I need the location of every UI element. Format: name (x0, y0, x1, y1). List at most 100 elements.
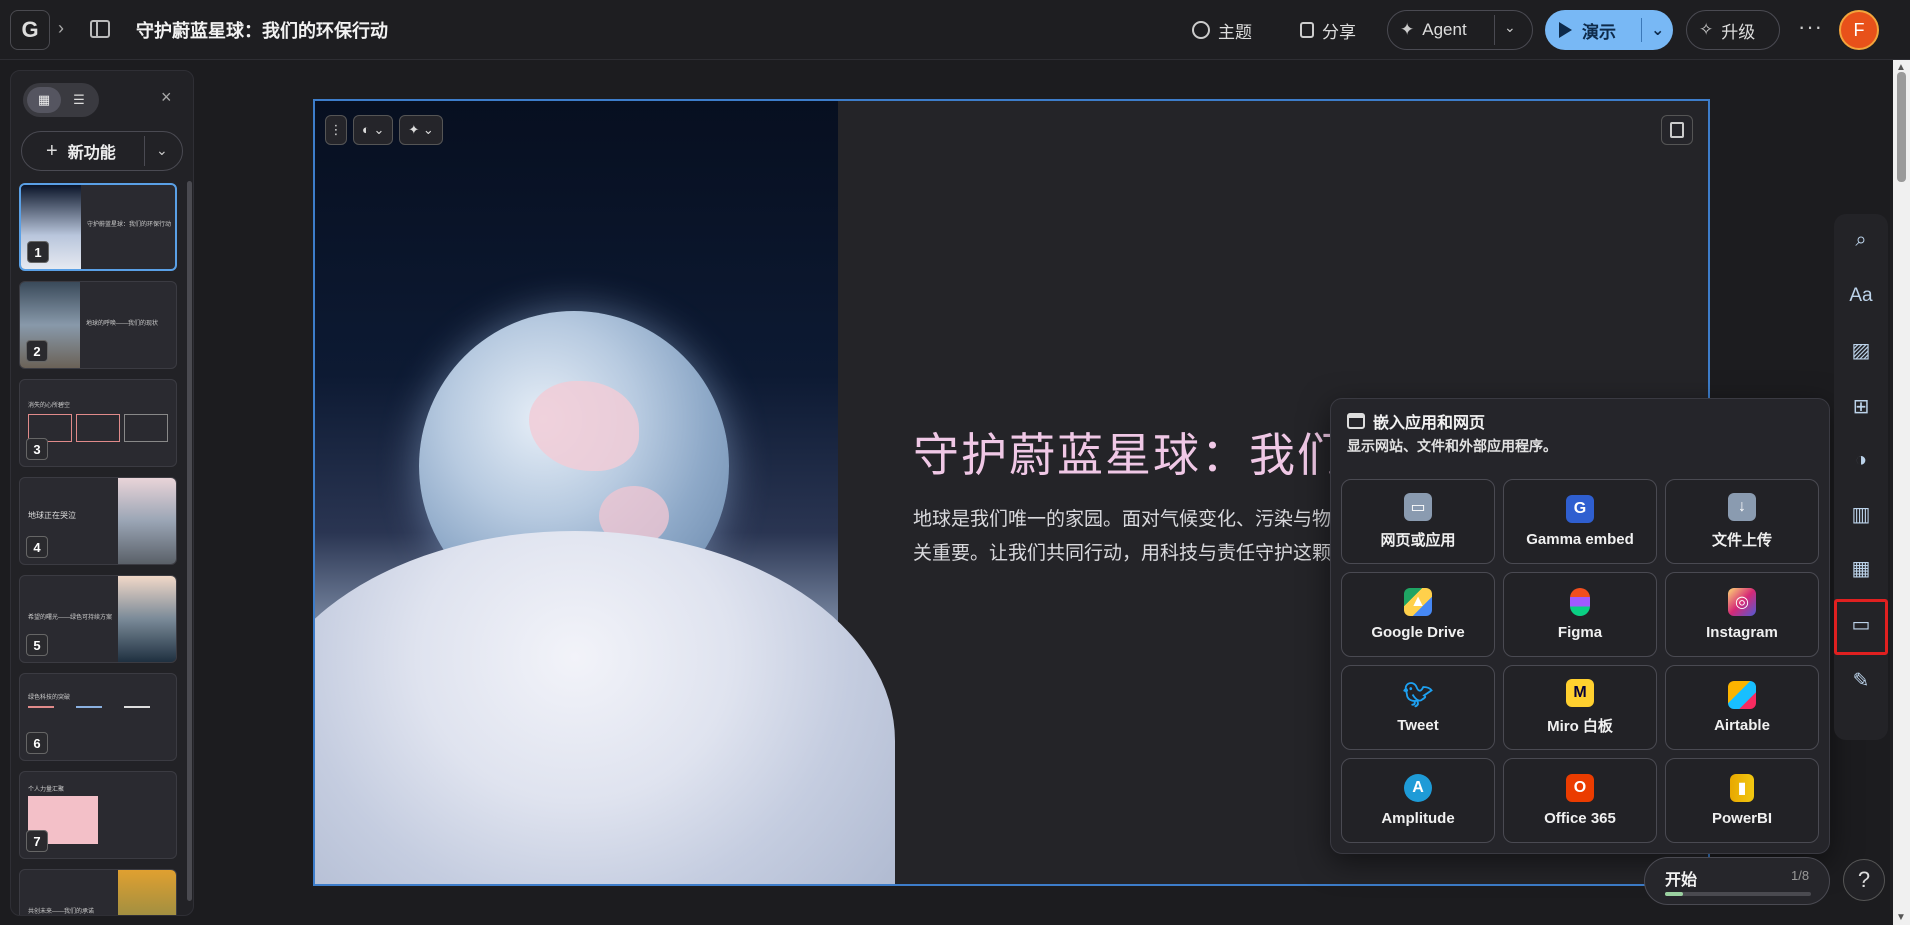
thumbnail-title: 地球正在哭泣 (28, 511, 76, 520)
slide-thumbnail[interactable]: 共创未来——我们的承诺 (19, 869, 177, 915)
embed-apps-popover: 嵌入应用和网页 显示网站、文件和外部应用程序。 ▭ 网页或应用 G Gamma … (1330, 398, 1830, 854)
chevron-down-icon[interactable]: ⌄ (1651, 20, 1664, 40)
airtable-icon (1728, 681, 1756, 709)
embed-option-miro[interactable]: M Miro 白板 (1503, 665, 1657, 750)
toggle-icon[interactable]: ◑ (1847, 446, 1875, 474)
slide-number: 7 (26, 830, 48, 852)
thumbnail-title: 共创未来——我们的承诺 (28, 909, 95, 915)
share-label: 分享 (1322, 22, 1356, 42)
getting-started-widget[interactable]: 开始 1/8 (1644, 857, 1830, 905)
progress-fill (1665, 892, 1684, 896)
slide-title[interactable]: 守护蔚蓝星球：我们 (913, 419, 1345, 485)
embed-option-label: Amplitude (1381, 810, 1455, 827)
card-style-button[interactable]: ◐ ⌄ (353, 115, 394, 145)
ai-edit-button[interactable]: ✦ ⌄ (399, 115, 443, 145)
google-drive-icon: ▲ (1404, 588, 1432, 616)
theme-button[interactable]: 主题 (1180, 10, 1264, 50)
chart-icon[interactable]: ▥ (1847, 500, 1875, 528)
plus-icon: + (46, 139, 58, 162)
close-icon[interactable]: × (161, 87, 172, 108)
edit-icon[interactable]: ✎ (1847, 666, 1875, 694)
scroll-down-icon[interactable]: ▼ (1896, 912, 1906, 923)
embed-option-powerbi[interactable]: ▮ PowerBI (1665, 758, 1819, 843)
notes-icon (1670, 122, 1684, 138)
gamma-logo[interactable]: G (10, 10, 50, 50)
slide-thumbnail[interactable]: 绿色科技的突破 6 (19, 673, 177, 761)
slide-thumbnail[interactable]: 守护蔚蓝星球：我们的环保行动 1 (19, 183, 177, 271)
lock-icon (1300, 22, 1314, 38)
upgrade-label: 升级 (1721, 22, 1756, 42)
embed-option-amplitude[interactable]: A Amplitude (1341, 758, 1495, 843)
sparkle-icon: ✦ (1400, 20, 1415, 39)
embed-option-label: Miro 白板 (1547, 718, 1613, 735)
new-feature-label: 新功能 (67, 145, 116, 162)
slide-thumbnail[interactable]: 地球正在哭泣 4 (19, 477, 177, 565)
top-bar: G › 守护蔚蓝星球：我们的环保行动 主题 分享 ✦ Agent ⌄ 演示 ⌄ … (0, 0, 1910, 60)
filmstrip-view-icon[interactable]: ▦ (27, 87, 61, 113)
embed-option-tweet[interactable]: 🐦︎ Tweet (1341, 665, 1495, 750)
thumbnail-card (76, 414, 120, 442)
panel-scrollbar[interactable] (187, 181, 192, 901)
insert-toolbar: ⌕ Aa ▨ ⊞ ◑ ▥ ▦ ▭ ✎ (1834, 214, 1888, 740)
browser-window-icon: ▭ (1404, 493, 1432, 521)
embed-option-webpage[interactable]: ▭ 网页或应用 (1341, 479, 1495, 564)
embed-option-gamma[interactable]: G Gamma embed (1503, 479, 1657, 564)
powerbi-icon: ▮ (1730, 774, 1754, 802)
chevron-down-icon[interactable]: ⌄ (156, 142, 168, 159)
embed-option-office365[interactable]: O Office 365 (1503, 758, 1657, 843)
gamma-icon: G (1566, 495, 1594, 523)
chevron-right-icon[interactable]: › (58, 18, 64, 39)
slide-number: 6 (26, 732, 48, 754)
embed-option-file-upload[interactable]: ↓ 文件上传 (1665, 479, 1819, 564)
rocket-icon: ✧ (1699, 20, 1714, 39)
thumbnail-image (118, 478, 176, 564)
embed-option-label: 文件上传 (1711, 532, 1772, 549)
popover-subtitle: 显示网站、文件和外部应用程序。 (1347, 438, 1557, 454)
card-menu-button[interactable]: ⋮ (325, 115, 347, 145)
embed-option-instagram[interactable]: ◎ Instagram (1665, 572, 1819, 657)
slide-thumbnail[interactable]: 希望的曙光——绿色可持续方案 5 (19, 575, 177, 663)
notes-button[interactable] (1661, 115, 1693, 145)
view-toggle[interactable]: ▦ ☰ (23, 83, 99, 117)
scrollbar-thumb[interactable] (1897, 72, 1906, 182)
slide-body-text[interactable]: 地球是我们唯一的家园。面对气候变化、污染与物关重要。让我们共同行动，用科技与责任… (913, 503, 1343, 573)
embed-option-label: Figma (1557, 624, 1603, 641)
slide-thumbnail[interactable]: 个人力量汇聚 7 (19, 771, 177, 859)
agent-button[interactable]: ✦ Agent ⌄ (1387, 10, 1533, 50)
embed-window-icon (1347, 413, 1365, 429)
palette-icon (1192, 21, 1210, 39)
avatar[interactable]: F (1839, 10, 1879, 50)
embed-option-airtable[interactable]: Airtable (1665, 665, 1819, 750)
getting-started-counter: 1/8 (1791, 868, 1810, 883)
embed-option-google-drive[interactable]: ▲ Google Drive (1341, 572, 1495, 657)
slide-title-text: 守护蔚蓝星球：我们 (913, 429, 1345, 481)
upgrade-button[interactable]: ✧ 升级 (1686, 10, 1780, 50)
embed-button-highlight (1834, 599, 1888, 655)
slide-image[interactable] (315, 101, 895, 884)
more-menu-button[interactable]: ··· (1798, 14, 1823, 40)
embed-option-label: Tweet (1397, 717, 1439, 734)
thumbnail-image (118, 576, 176, 662)
page-scrollbar[interactable]: ▲ ▼ (1893, 60, 1910, 925)
instagram-icon: ◎ (1728, 588, 1756, 616)
slide-thumbnail[interactable]: 地球的呼唤——我们的现状 2 (19, 281, 177, 369)
embed-option-label: Instagram (1706, 624, 1778, 641)
share-button[interactable]: 分享 (1288, 10, 1368, 50)
new-feature-button[interactable]: + 新功能 ⌄ (21, 131, 183, 171)
present-button[interactable]: 演示 ⌄ (1545, 10, 1673, 50)
slide-thumbnail[interactable]: 消失的心所碧空 3 (19, 379, 177, 467)
slides-panel: ▦ ☰ × + 新功能 ⌄ 守护蔚蓝星球：我们的环保行动 1 地球的呼唤——我们… (10, 70, 194, 916)
slide-toolbar: ⋮ ◐ ⌄ ✦ ⌄ (325, 115, 443, 145)
embed-option-figma[interactable]: Figma (1503, 572, 1657, 657)
document-title[interactable]: 守护蔚蓝星球：我们的环保行动 (136, 17, 388, 43)
sidebar-toggle-icon[interactable] (90, 20, 110, 38)
video-icon[interactable]: ▦ (1847, 554, 1875, 582)
chevron-down-icon[interactable]: ⌄ (1504, 19, 1516, 36)
add-block-icon[interactable]: ⊞ (1847, 392, 1875, 420)
search-icon[interactable]: ⌕ (1847, 226, 1875, 254)
help-button[interactable]: ? (1843, 859, 1885, 901)
present-divider (1641, 18, 1642, 42)
image-icon[interactable]: ▨ (1847, 336, 1875, 364)
text-icon[interactable]: Aa (1847, 282, 1875, 310)
list-view-icon[interactable]: ☰ (63, 87, 95, 113)
